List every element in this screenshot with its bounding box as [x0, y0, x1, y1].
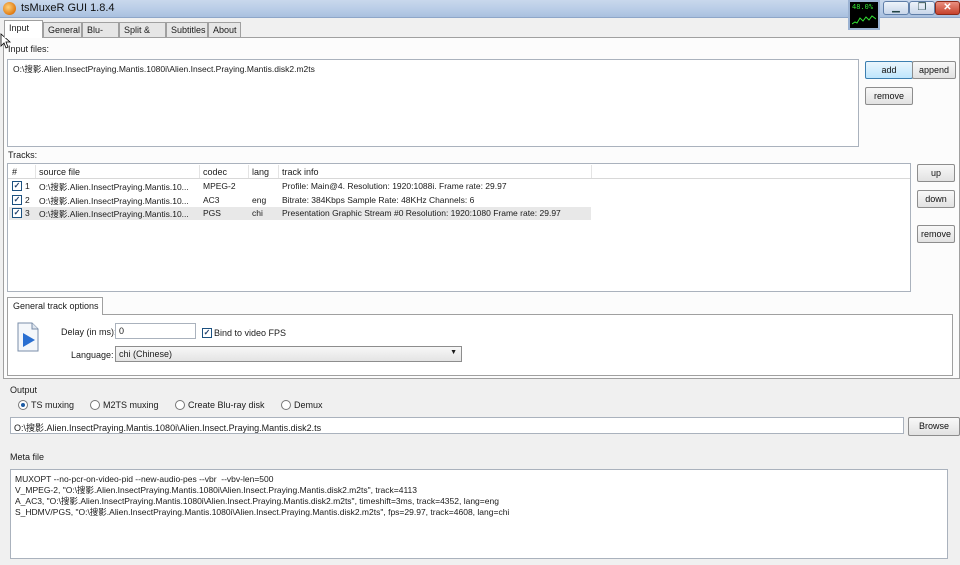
- track-checkbox[interactable]: ✓: [12, 195, 22, 205]
- meta-line: V_MPEG-2, "O:\搜影.Alien.InsectPraying.Man…: [15, 485, 418, 495]
- delay-input[interactable]: 0: [115, 323, 196, 339]
- create-blu-ray-label[interactable]: Create Blu-ray disk: [188, 400, 265, 410]
- track-row[interactable]: ✓ 1 O:\搜影.Alien.InsectPraying.Mantis.10.…: [9, 180, 591, 193]
- track-codec: AC3: [203, 195, 220, 205]
- col-divider: [35, 165, 36, 178]
- track-info: Profile: Main@4. Resolution: 1920:1088i.…: [282, 181, 507, 191]
- radio-demux[interactable]: [281, 400, 291, 410]
- meta-file-label: Meta file: [10, 452, 45, 462]
- radio-ts-muxing[interactable]: [18, 400, 28, 410]
- tab-subtitles[interactable]: Subtitles: [166, 22, 208, 37]
- ts-muxing-label[interactable]: TS muxing: [31, 400, 74, 410]
- cpu-meter-value: 48.0%: [852, 3, 874, 11]
- output-label: Output: [10, 385, 38, 395]
- bind-fps-label[interactable]: Bind to video FPS: [214, 328, 286, 338]
- bind-fps-checkbox[interactable]: ✓: [202, 328, 212, 338]
- track-codec: PGS: [203, 208, 221, 218]
- col-header-num[interactable]: #: [12, 167, 17, 177]
- chevron-down-icon: ▼: [450, 349, 457, 356]
- col-header-track-info[interactable]: track info: [282, 167, 319, 177]
- track-source: O:\搜影.Alien.InsectPraying.Mantis.10...: [39, 182, 189, 192]
- output-path-input[interactable]: O:\搜影.Alien.InsectPraying.Mantis.1080i\A…: [10, 417, 904, 434]
- delay-label: Delay (in ms):: [61, 327, 117, 337]
- tracks-table-header: [8, 164, 910, 179]
- track-up-button[interactable]: up: [917, 164, 955, 182]
- video-file-icon: [17, 322, 39, 352]
- track-checkbox[interactable]: ✓: [12, 208, 22, 218]
- track-num: 3: [25, 208, 30, 218]
- app-icon: [3, 2, 16, 15]
- demux-label[interactable]: Demux: [294, 400, 323, 410]
- track-codec: MPEG-2: [203, 181, 236, 191]
- track-lang: eng: [252, 195, 267, 205]
- tab-split-cut[interactable]: Split & cut: [119, 22, 166, 45]
- tab-input[interactable]: Input: [4, 20, 43, 38]
- cpu-graph-icon: [852, 15, 876, 25]
- track-row-selected[interactable]: ✓ 3 O:\搜影.Alien.InsectPraying.Mantis.10.…: [9, 207, 591, 220]
- col-header-lang[interactable]: lang: [252, 167, 269, 177]
- input-files-list[interactable]: O:\搜影.Alien.InsectPraying.Mantis.1080i\A…: [7, 59, 859, 147]
- input-file-item[interactable]: O:\搜影.Alien.InsectPraying.Mantis.1080i\A…: [13, 63, 315, 75]
- col-divider: [248, 165, 249, 178]
- col-divider: [199, 165, 200, 178]
- radio-create-blu-ray[interactable]: [175, 400, 185, 410]
- col-divider: [591, 165, 592, 178]
- track-num: 2: [25, 195, 30, 205]
- track-info: Bitrate: 384Kbps Sample Rate: 48KHz Chan…: [282, 195, 475, 205]
- close-button[interactable]: ✕: [935, 1, 960, 15]
- track-checkbox[interactable]: ✓: [12, 181, 22, 191]
- browse-button[interactable]: Browse: [908, 417, 960, 436]
- language-label: Language:: [71, 350, 114, 360]
- tracks-label: Tracks:: [8, 150, 38, 160]
- meta-line: A_AC3, "O:\搜影.Alien.InsectPraying.Mantis…: [15, 496, 499, 506]
- track-source: O:\搜影.Alien.InsectPraying.Mantis.10...: [39, 209, 189, 219]
- track-remove-button[interactable]: remove: [917, 225, 955, 243]
- col-header-codec[interactable]: codec: [203, 167, 227, 177]
- append-button[interactable]: append: [912, 61, 956, 79]
- radio-m2ts-muxing[interactable]: [90, 400, 100, 410]
- m2ts-muxing-label[interactable]: M2TS muxing: [103, 400, 159, 410]
- maximize-button[interactable]: ❐: [909, 1, 935, 15]
- add-button[interactable]: add: [865, 61, 913, 79]
- input-files-label: Input files:: [8, 44, 50, 54]
- track-down-button[interactable]: down: [917, 190, 955, 208]
- col-header-source[interactable]: source file: [39, 167, 80, 177]
- language-select-value: chi (Chinese): [119, 349, 173, 359]
- track-row[interactable]: ✓ 2 O:\搜影.Alien.InsectPraying.Mantis.10.…: [9, 194, 591, 207]
- tab-general[interactable]: General: [43, 22, 82, 37]
- col-divider: [278, 165, 279, 178]
- track-num: 1: [25, 181, 30, 191]
- meta-line: S_HDMV/PGS, "O:\搜影.Alien.InsectPraying.M…: [15, 507, 510, 517]
- title-bar: [0, 0, 960, 18]
- track-info: Presentation Graphic Stream #0 Resolutio…: [282, 208, 561, 218]
- tab-about[interactable]: About: [208, 22, 241, 37]
- track-lang: chi: [252, 208, 263, 218]
- tab-blu-ray[interactable]: Blu-ray: [82, 22, 119, 45]
- track-source: O:\搜影.Alien.InsectPraying.Mantis.10...: [39, 196, 189, 206]
- language-select[interactable]: chi (Chinese) ▼: [115, 346, 462, 362]
- window-title: tsMuxeR GUI 1.8.4: [21, 2, 115, 14]
- remove-file-button[interactable]: remove: [865, 87, 913, 105]
- minimize-button[interactable]: ▁: [883, 1, 909, 15]
- meta-file-textarea[interactable]: MUXOPT --no-pcr-on-video-pid --new-audio…: [10, 469, 948, 559]
- cpu-meter: 48.0%: [848, 0, 880, 30]
- meta-line: MUXOPT --no-pcr-on-video-pid --new-audio…: [15, 474, 274, 484]
- tab-general-track-options[interactable]: General track options: [7, 297, 103, 315]
